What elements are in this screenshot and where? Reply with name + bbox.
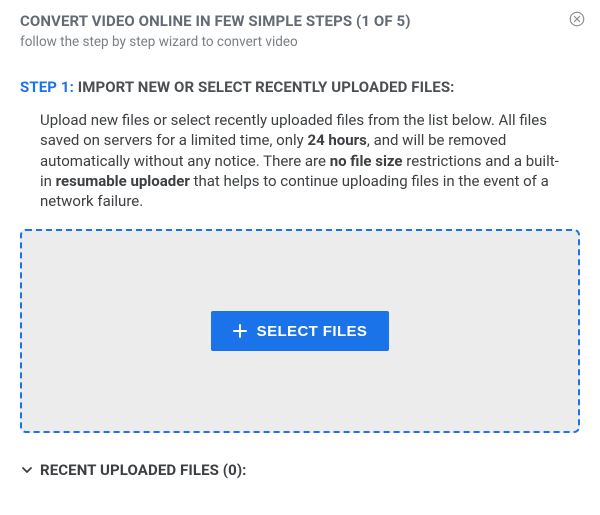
close-icon bbox=[568, 10, 586, 28]
recent-files-label: RECENT UPLOADED FILES (0): bbox=[40, 461, 247, 479]
recent-files-toggle[interactable]: RECENT UPLOADED FILES (0): bbox=[20, 461, 580, 479]
select-files-label: SELECT FILES bbox=[257, 323, 368, 340]
wizard-subtitle: follow the step by step wizard to conver… bbox=[20, 34, 580, 50]
select-files-button[interactable]: SELECT FILES bbox=[211, 311, 390, 351]
upload-dropzone[interactable]: SELECT FILES bbox=[20, 229, 580, 433]
step-label: IMPORT NEW OR SELECT RECENTLY UPLOADED F… bbox=[74, 78, 455, 96]
desc-bold-filesize: no file size bbox=[330, 152, 403, 170]
step-heading: STEP 1: IMPORT NEW OR SELECT RECENTLY UP… bbox=[20, 78, 580, 96]
close-button[interactable] bbox=[568, 10, 586, 28]
chevron-down-icon bbox=[20, 463, 34, 477]
step-description: Upload new files or select recently uplo… bbox=[40, 110, 580, 211]
desc-bold-hours: 24 hours bbox=[307, 131, 366, 149]
wizard-title: CONVERT VIDEO ONLINE IN FEW SIMPLE STEPS… bbox=[20, 12, 580, 30]
desc-bold-uploader: resumable uploader bbox=[56, 172, 190, 190]
plus-icon bbox=[233, 324, 247, 338]
step-prefix: STEP 1: bbox=[20, 78, 74, 96]
